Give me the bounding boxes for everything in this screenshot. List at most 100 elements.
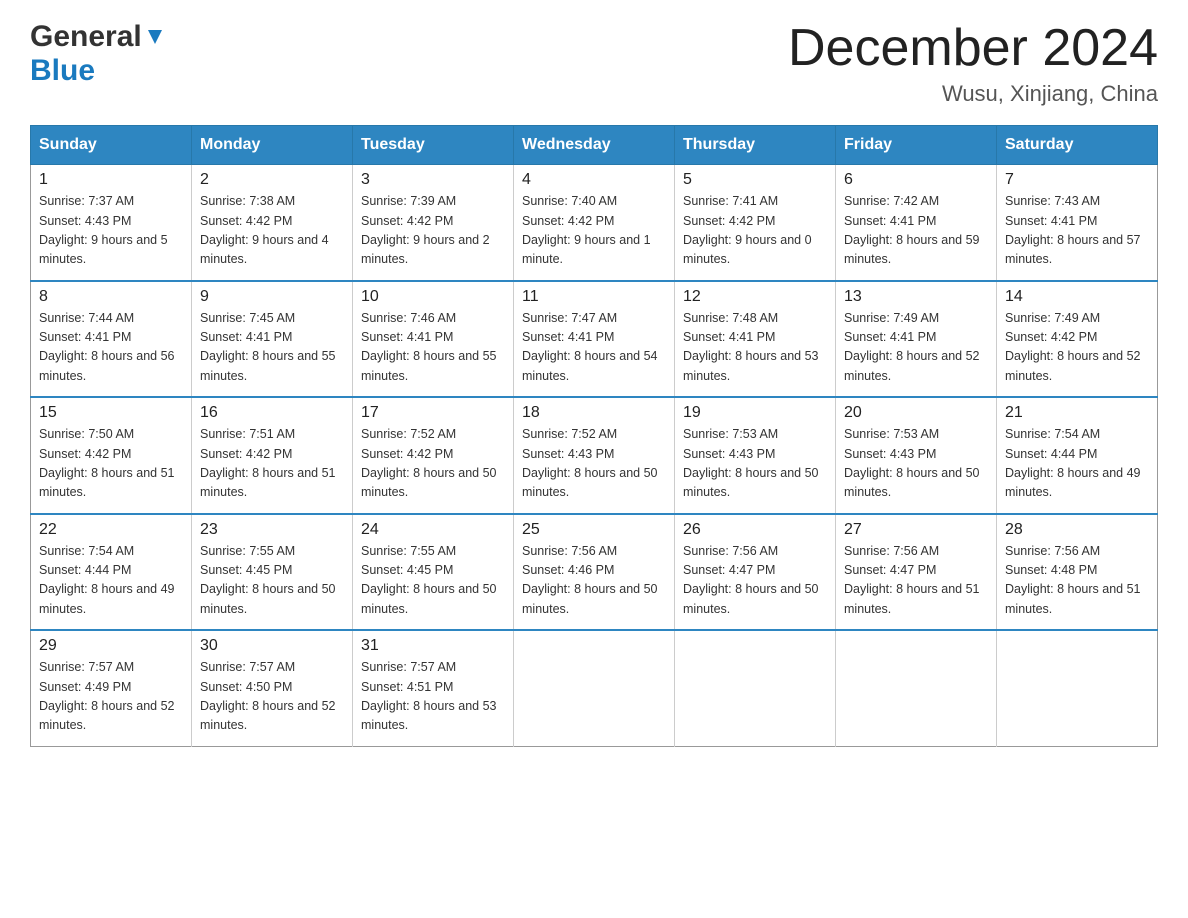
day-number: 26 bbox=[683, 521, 827, 539]
calendar-cell: 10 Sunrise: 7:46 AMSunset: 4:41 PMDayligh… bbox=[353, 281, 514, 398]
calendar-cell: 28 Sunrise: 7:56 AMSunset: 4:48 PMDayligh… bbox=[997, 514, 1158, 631]
day-header-tuesday: Tuesday bbox=[353, 126, 514, 165]
day-number: 1 bbox=[39, 171, 183, 189]
calendar-cell bbox=[514, 630, 675, 746]
week-row-4: 22 Sunrise: 7:54 AMSunset: 4:44 PMDayligh… bbox=[31, 514, 1158, 631]
day-info: Sunrise: 7:49 AMSunset: 4:42 PMDaylight:… bbox=[1005, 309, 1149, 387]
day-number: 8 bbox=[39, 288, 183, 306]
day-info: Sunrise: 7:40 AMSunset: 4:42 PMDaylight:… bbox=[522, 192, 666, 270]
day-info: Sunrise: 7:57 AMSunset: 4:49 PMDaylight:… bbox=[39, 658, 183, 736]
week-row-5: 29Sunrise: 7:57 AMSunset: 4:49 PMDayligh… bbox=[31, 630, 1158, 746]
month-title: December 2024 bbox=[788, 20, 1158, 77]
day-number: 10 bbox=[361, 288, 505, 306]
calendar-cell: 13 Sunrise: 7:49 AMSunset: 4:41 PMDayligh… bbox=[836, 281, 997, 398]
day-number: 16 bbox=[200, 404, 344, 422]
day-info: Sunrise: 7:56 AMSunset: 4:47 PMDaylight:… bbox=[844, 542, 988, 620]
day-info: Sunrise: 7:53 AMSunset: 4:43 PMDaylight:… bbox=[844, 425, 988, 503]
calendar-cell: 19 Sunrise: 7:53 AMSunset: 4:43 PMDayligh… bbox=[675, 397, 836, 514]
day-number: 15 bbox=[39, 404, 183, 422]
day-number: 30 bbox=[200, 637, 344, 655]
day-info: Sunrise: 7:51 AMSunset: 4:42 PMDaylight:… bbox=[200, 425, 344, 503]
day-number: 22 bbox=[39, 521, 183, 539]
calendar-cell: 29Sunrise: 7:57 AMSunset: 4:49 PMDayligh… bbox=[31, 630, 192, 746]
calendar-table: SundayMondayTuesdayWednesdayThursdayFrid… bbox=[30, 125, 1158, 747]
day-number: 19 bbox=[683, 404, 827, 422]
day-number: 13 bbox=[844, 288, 988, 306]
day-number: 5 bbox=[683, 171, 827, 189]
day-number: 28 bbox=[1005, 521, 1149, 539]
calendar-cell: 11 Sunrise: 7:47 AMSunset: 4:41 PMDayligh… bbox=[514, 281, 675, 398]
day-info: Sunrise: 7:54 AMSunset: 4:44 PMDaylight:… bbox=[1005, 425, 1149, 503]
day-number: 17 bbox=[361, 404, 505, 422]
day-number: 25 bbox=[522, 521, 666, 539]
day-number: 21 bbox=[1005, 404, 1149, 422]
day-info: Sunrise: 7:47 AMSunset: 4:41 PMDaylight:… bbox=[522, 309, 666, 387]
day-info: Sunrise: 7:57 AMSunset: 4:50 PMDaylight:… bbox=[200, 658, 344, 736]
day-number: 27 bbox=[844, 521, 988, 539]
calendar-cell: 9Sunrise: 7:45 AMSunset: 4:41 PMDaylight… bbox=[192, 281, 353, 398]
day-info: Sunrise: 7:56 AMSunset: 4:48 PMDaylight:… bbox=[1005, 542, 1149, 620]
calendar-cell: 6Sunrise: 7:42 AMSunset: 4:41 PMDaylight… bbox=[836, 165, 997, 281]
week-row-1: 1 Sunrise: 7:37 AMSunset: 4:43 PMDaylight… bbox=[31, 165, 1158, 281]
day-number: 14 bbox=[1005, 288, 1149, 306]
week-row-3: 15 Sunrise: 7:50 AMSunset: 4:42 PMDayligh… bbox=[31, 397, 1158, 514]
day-info: Sunrise: 7:42 AMSunset: 4:41 PMDaylight:… bbox=[844, 192, 988, 270]
day-info: Sunrise: 7:49 AMSunset: 4:41 PMDaylight:… bbox=[844, 309, 988, 387]
calendar-cell: 8 Sunrise: 7:44 AMSunset: 4:41 PMDaylight… bbox=[31, 281, 192, 398]
calendar-cell: 5 Sunrise: 7:41 AMSunset: 4:42 PMDaylight… bbox=[675, 165, 836, 281]
day-info: Sunrise: 7:41 AMSunset: 4:42 PMDaylight:… bbox=[683, 192, 827, 270]
day-info: Sunrise: 7:52 AMSunset: 4:43 PMDaylight:… bbox=[522, 425, 666, 503]
day-info: Sunrise: 7:44 AMSunset: 4:41 PMDaylight:… bbox=[39, 309, 183, 387]
calendar-cell: 26 Sunrise: 7:56 AMSunset: 4:47 PMDayligh… bbox=[675, 514, 836, 631]
calendar-cell: 16 Sunrise: 7:51 AMSunset: 4:42 PMDayligh… bbox=[192, 397, 353, 514]
day-header-saturday: Saturday bbox=[997, 126, 1158, 165]
day-header-friday: Friday bbox=[836, 126, 997, 165]
logo: General Blue bbox=[30, 20, 166, 88]
day-info: Sunrise: 7:54 AMSunset: 4:44 PMDaylight:… bbox=[39, 542, 183, 620]
day-number: 2 bbox=[200, 171, 344, 189]
calendar-cell: 15 Sunrise: 7:50 AMSunset: 4:42 PMDayligh… bbox=[31, 397, 192, 514]
location: Wusu, Xinjiang, China bbox=[788, 81, 1158, 107]
day-info: Sunrise: 7:39 AMSunset: 4:42 PMDaylight:… bbox=[361, 192, 505, 270]
calendar-cell: 17 Sunrise: 7:52 AMSunset: 4:42 PMDayligh… bbox=[353, 397, 514, 514]
calendar-cell: 14 Sunrise: 7:49 AMSunset: 4:42 PMDayligh… bbox=[997, 281, 1158, 398]
logo-blue-text: Blue bbox=[30, 54, 95, 88]
calendar-cell: 24Sunrise: 7:55 AMSunset: 4:45 PMDayligh… bbox=[353, 514, 514, 631]
calendar-cell: 12 Sunrise: 7:48 AMSunset: 4:41 PMDayligh… bbox=[675, 281, 836, 398]
day-info: Sunrise: 7:37 AMSunset: 4:43 PMDaylight:… bbox=[39, 192, 183, 270]
calendar-cell: 2 Sunrise: 7:38 AMSunset: 4:42 PMDaylight… bbox=[192, 165, 353, 281]
day-number: 12 bbox=[683, 288, 827, 306]
day-header-thursday: Thursday bbox=[675, 126, 836, 165]
week-row-2: 8 Sunrise: 7:44 AMSunset: 4:41 PMDaylight… bbox=[31, 281, 1158, 398]
day-info: Sunrise: 7:57 AMSunset: 4:51 PMDaylight:… bbox=[361, 658, 505, 736]
day-info: Sunrise: 7:56 AMSunset: 4:47 PMDaylight:… bbox=[683, 542, 827, 620]
calendar-cell: 30 Sunrise: 7:57 AMSunset: 4:50 PMDayligh… bbox=[192, 630, 353, 746]
calendar-cell: 7Sunrise: 7:43 AMSunset: 4:41 PMDaylight… bbox=[997, 165, 1158, 281]
day-number: 24 bbox=[361, 521, 505, 539]
day-number: 4 bbox=[522, 171, 666, 189]
calendar-cell bbox=[675, 630, 836, 746]
calendar-cell: 3 Sunrise: 7:39 AMSunset: 4:42 PMDaylight… bbox=[353, 165, 514, 281]
day-info: Sunrise: 7:50 AMSunset: 4:42 PMDaylight:… bbox=[39, 425, 183, 503]
day-info: Sunrise: 7:53 AMSunset: 4:43 PMDaylight:… bbox=[683, 425, 827, 503]
day-number: 11 bbox=[522, 288, 666, 306]
calendar-cell: 27 Sunrise: 7:56 AMSunset: 4:47 PMDayligh… bbox=[836, 514, 997, 631]
day-number: 3 bbox=[361, 171, 505, 189]
calendar-cell: 1 Sunrise: 7:37 AMSunset: 4:43 PMDaylight… bbox=[31, 165, 192, 281]
calendar-cell: 21 Sunrise: 7:54 AMSunset: 4:44 PMDayligh… bbox=[997, 397, 1158, 514]
logo-general-text: General bbox=[30, 20, 142, 54]
header-row: SundayMondayTuesdayWednesdayThursdayFrid… bbox=[31, 126, 1158, 165]
day-info: Sunrise: 7:45 AMSunset: 4:41 PMDaylight:… bbox=[200, 309, 344, 387]
day-info: Sunrise: 7:38 AMSunset: 4:42 PMDaylight:… bbox=[200, 192, 344, 270]
day-number: 23 bbox=[200, 521, 344, 539]
calendar-cell bbox=[836, 630, 997, 746]
day-header-wednesday: Wednesday bbox=[514, 126, 675, 165]
day-info: Sunrise: 7:52 AMSunset: 4:42 PMDaylight:… bbox=[361, 425, 505, 503]
day-info: Sunrise: 7:46 AMSunset: 4:41 PMDaylight:… bbox=[361, 309, 505, 387]
calendar-cell: 20Sunrise: 7:53 AMSunset: 4:43 PMDayligh… bbox=[836, 397, 997, 514]
page-header: General Blue December 2024 Wusu, Xinjian… bbox=[30, 20, 1158, 107]
calendar-cell: 4 Sunrise: 7:40 AMSunset: 4:42 PMDaylight… bbox=[514, 165, 675, 281]
day-number: 7 bbox=[1005, 171, 1149, 189]
day-header-sunday: Sunday bbox=[31, 126, 192, 165]
day-info: Sunrise: 7:48 AMSunset: 4:41 PMDaylight:… bbox=[683, 309, 827, 387]
